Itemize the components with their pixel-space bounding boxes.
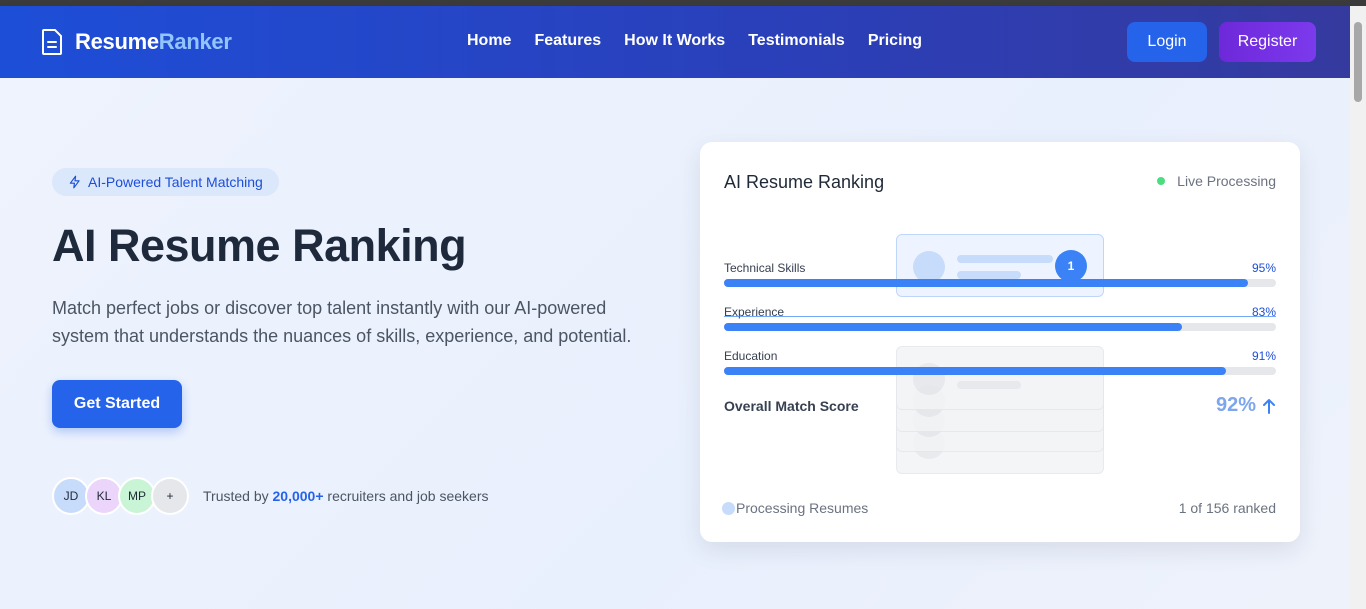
trust-count: 20,000+	[272, 488, 324, 504]
overall-score: 92%	[1216, 394, 1276, 417]
nav-link-features[interactable]: Features	[534, 32, 601, 50]
brand-name: ResumeRanker	[75, 29, 232, 55]
card-title: AI Resume Ranking	[724, 172, 885, 192]
processing-label: Processing Resumes	[736, 500, 869, 516]
metric-bar	[724, 323, 1276, 331]
avatar-more: +	[151, 477, 189, 515]
nav-link-how-it-works[interactable]: How It Works	[624, 32, 725, 50]
overall-score-label: Overall Match Score	[724, 398, 859, 414]
resume-line	[957, 255, 1053, 263]
document-icon	[42, 29, 62, 55]
scrollbar-thumb[interactable]	[1354, 22, 1362, 102]
ranking-card: AI Resume Ranking Live Processing 1 Tech…	[700, 142, 1300, 542]
resume-line	[957, 271, 1021, 279]
trust-prefix: Trusted by	[203, 488, 269, 504]
metric-bar-fill	[724, 323, 1182, 331]
bolt-icon	[69, 175, 80, 189]
brand-name-part1: Resume	[75, 29, 159, 54]
live-status: Live Processing	[1157, 173, 1276, 189]
brand-logo[interactable]: ResumeRanker	[40, 28, 232, 56]
metric-bar	[724, 367, 1276, 375]
active-resume-card: 1	[896, 234, 1104, 297]
live-dot-icon	[1157, 177, 1166, 185]
overall-score-value: 92%	[1215, 394, 1256, 416]
hero-badge-label: AI-Powered Talent Matching	[88, 174, 263, 190]
live-status-label: Live Processing	[1177, 173, 1276, 189]
login-button[interactable]: Login	[1127, 22, 1207, 62]
metric-value: 91%	[1251, 349, 1276, 363]
brand-name-part2: Ranker	[158, 29, 232, 54]
avatar-group: JD KL MP +	[52, 477, 189, 515]
rank-badge: 1	[1055, 250, 1087, 282]
nav-link-home[interactable]: Home	[467, 32, 511, 50]
ghost-resume-card	[896, 346, 1104, 410]
nav-link-testimonials[interactable]: Testimonials	[748, 32, 845, 50]
navbar: ResumeRanker Home Features How It Works …	[0, 6, 1350, 78]
nav-link-pricing[interactable]: Pricing	[868, 32, 922, 50]
trust-text: Trusted by 20,000+ recruiters and job se…	[203, 488, 488, 504]
metric-bar-fill	[724, 367, 1226, 375]
trust-suffix: recruiters and job seekers	[327, 488, 489, 504]
metric-label: Technical Skills	[724, 261, 806, 275]
ranked-count: 1 of 156 ranked	[1178, 500, 1276, 516]
metric-bar	[724, 279, 1276, 287]
get-started-button[interactable]: Get Started	[52, 380, 182, 428]
hero-subtitle: Match perfect jobs or discover top talen…	[52, 298, 632, 346]
ghost-line	[957, 381, 1021, 389]
nav-links: Home Features How It Works Testimonials …	[467, 32, 922, 50]
scan-line	[724, 316, 1276, 317]
processing-spinner-icon	[722, 501, 735, 515]
hero-title: AI Resume Ranking	[52, 220, 467, 271]
register-button[interactable]: Register	[1219, 22, 1316, 62]
metric-value: 95%	[1251, 261, 1276, 275]
page-scrollbar[interactable]	[1350, 6, 1366, 609]
arrow-up-icon	[1263, 398, 1275, 414]
processing-status: Processing Resumes	[722, 500, 868, 516]
metric-label: Education	[724, 349, 778, 363]
metric-bar-fill	[724, 279, 1248, 287]
hero-badge: AI-Powered Talent Matching	[52, 168, 279, 196]
